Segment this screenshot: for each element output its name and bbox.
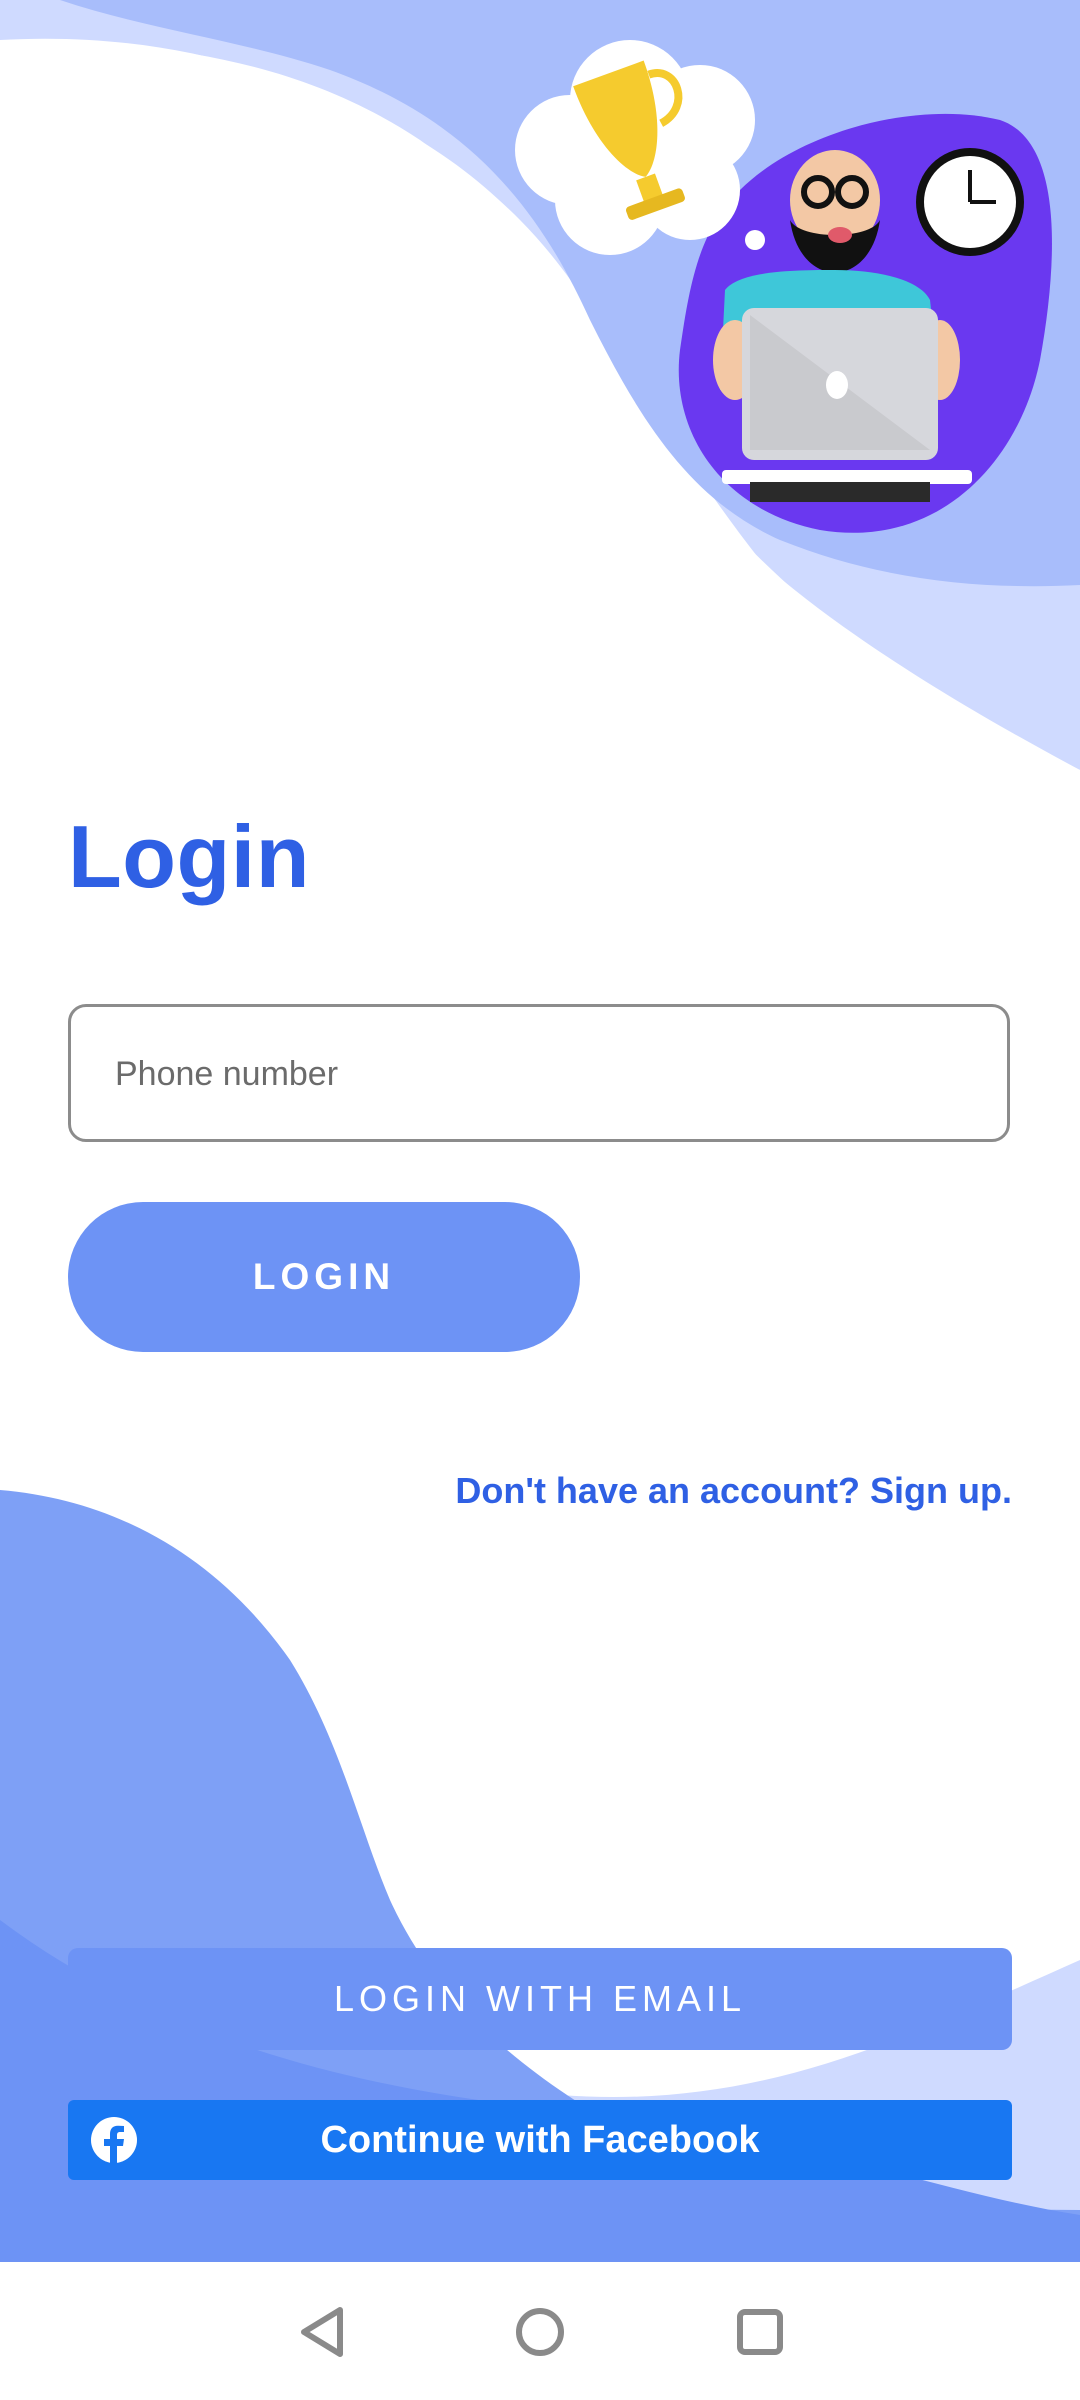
phone-input[interactable] — [113, 1007, 967, 1141]
phone-field[interactable] — [68, 1004, 1010, 1142]
home-button[interactable] — [500, 2292, 580, 2372]
recents-button[interactable] — [720, 2292, 800, 2372]
back-triangle-icon — [301, 2307, 343, 2357]
login-with-email-label: LOGIN WITH EMAIL — [333, 1978, 747, 2019]
back-button[interactable] — [282, 2292, 362, 2372]
login-screen: Login LOGIN Don't have an account? Sign … — [0, 0, 1080, 2400]
login-button-label: LOGIN — [252, 1256, 396, 1297]
facebook-icon — [91, 2117, 137, 2164]
recents-square-icon — [737, 2309, 783, 2355]
man-with-laptop-illustration — [515, 40, 1052, 533]
system-navigation-bar — [0, 2262, 1080, 2400]
signup-link[interactable]: Don't have an account? Sign up. — [455, 1470, 1012, 1512]
login-with-email-button[interactable]: LOGIN WITH EMAIL — [68, 1948, 1012, 2050]
login-button[interactable]: LOGIN — [68, 1202, 580, 1352]
clock-icon — [916, 148, 1024, 256]
facebook-login-label: Continue with Facebook — [320, 2118, 760, 2161]
home-circle-icon — [516, 2308, 564, 2356]
page-title: Login — [68, 807, 310, 906]
facebook-login-button[interactable]: Continue with Facebook — [68, 2100, 1012, 2180]
